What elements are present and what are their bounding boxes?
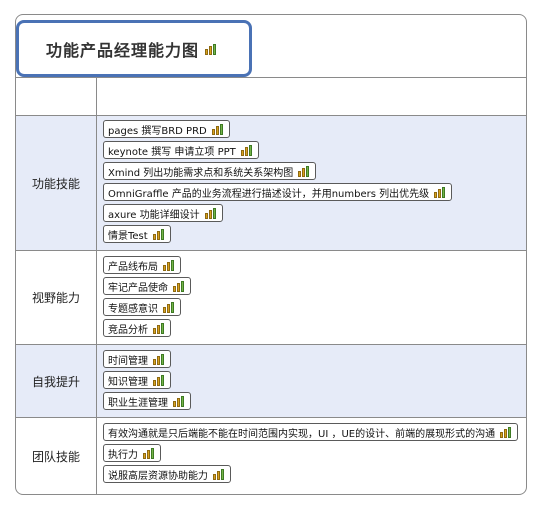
topic[interactable]: 有效沟通就是只后端能不能在时间范围内实现，UI ，UE的设计、前端的展现形式的沟… xyxy=(103,423,519,441)
column-divider xyxy=(96,77,97,494)
bar-chart-icon xyxy=(298,165,312,177)
bar-chart-icon xyxy=(213,468,227,480)
topic[interactable]: 职业生涯管理 xyxy=(103,392,191,410)
topic[interactable]: 情景Test xyxy=(103,225,171,243)
topic-label: 情景Test xyxy=(108,230,148,242)
topic-label: 执行力 xyxy=(108,449,138,461)
topic-label: 时间管理 xyxy=(108,355,148,367)
bar-chart-icon xyxy=(205,43,219,55)
bar-chart-icon xyxy=(173,280,187,292)
topic-label: axure 功能详细设计 xyxy=(108,209,200,221)
topic-label: 竞品分析 xyxy=(108,324,148,336)
topic[interactable]: 说服高层资源协助能力 xyxy=(103,465,231,483)
bar-chart-icon xyxy=(153,353,167,365)
topic-label: 有效沟通就是只后端能不能在时间范围内实现，UI ，UE的设计、前端的展现形式的沟… xyxy=(108,428,496,440)
topic[interactable]: pages 撰写BRD PRD xyxy=(103,120,230,138)
topic[interactable]: keynote 撰写 申请立项 PPT xyxy=(103,141,259,159)
bar-chart-icon xyxy=(240,144,255,156)
bar-chart-icon xyxy=(153,374,167,386)
topic-label: 牢记产品使命 xyxy=(108,282,168,294)
bar-chart-icon xyxy=(500,426,514,438)
topic-label: 专题感意识 xyxy=(108,303,158,315)
topic-label: Xmind 列出功能需求点和系统关系架构图 xyxy=(108,167,294,179)
topic[interactable]: 产品线布局 xyxy=(103,256,181,274)
topic-label: 知识管理 xyxy=(108,376,148,388)
bar-chart-icon xyxy=(211,123,226,135)
bar-chart-icon xyxy=(163,259,177,271)
category-label[interactable]: 团队技能 xyxy=(16,418,96,494)
bar-chart-icon xyxy=(143,447,157,459)
topic[interactable]: 知识管理 xyxy=(103,371,171,389)
bar-chart-icon xyxy=(153,322,167,334)
bar-chart-icon xyxy=(173,395,187,407)
topic-label: pages 撰写BRD PRD xyxy=(108,125,207,137)
bar-chart-icon xyxy=(152,228,167,240)
topic-label: keynote 撰写 申请立项 PPT xyxy=(108,146,236,158)
topic[interactable]: 时间管理 xyxy=(103,350,171,368)
central-topic[interactable]: 功能产品经理能力图 xyxy=(16,20,252,77)
topic[interactable]: 牢记产品使命 xyxy=(103,277,191,295)
bar-chart-icon xyxy=(434,186,448,198)
topic[interactable]: OmniGraffle 产品的业务流程进行描述设计，并用numbers 列出优先… xyxy=(103,183,453,201)
topic[interactable]: Xmind 列出功能需求点和系统关系架构图 xyxy=(103,162,317,180)
topic[interactable]: 执行力 xyxy=(103,444,161,462)
page-title: 功能产品经理能力图 xyxy=(46,40,200,60)
divider xyxy=(15,77,527,78)
category-label[interactable]: 自我提升 xyxy=(16,345,96,417)
topic[interactable]: 专题感意识 xyxy=(103,298,181,316)
bar-chart-icon xyxy=(163,301,177,313)
category-label[interactable]: 功能技能 xyxy=(16,116,96,250)
topic-label: 职业生涯管理 xyxy=(108,397,168,409)
topic-label: 产品线布局 xyxy=(108,261,158,273)
topic[interactable]: 竞品分析 xyxy=(103,319,171,337)
category-label[interactable]: 视野能力 xyxy=(16,251,96,344)
topic-label: 说服高层资源协助能力 xyxy=(108,470,208,482)
bar-chart-icon xyxy=(204,207,219,219)
topic-label: OmniGraffle 产品的业务流程进行描述设计，并用numbers 列出优先… xyxy=(108,188,430,200)
topic[interactable]: axure 功能详细设计 xyxy=(103,204,223,222)
